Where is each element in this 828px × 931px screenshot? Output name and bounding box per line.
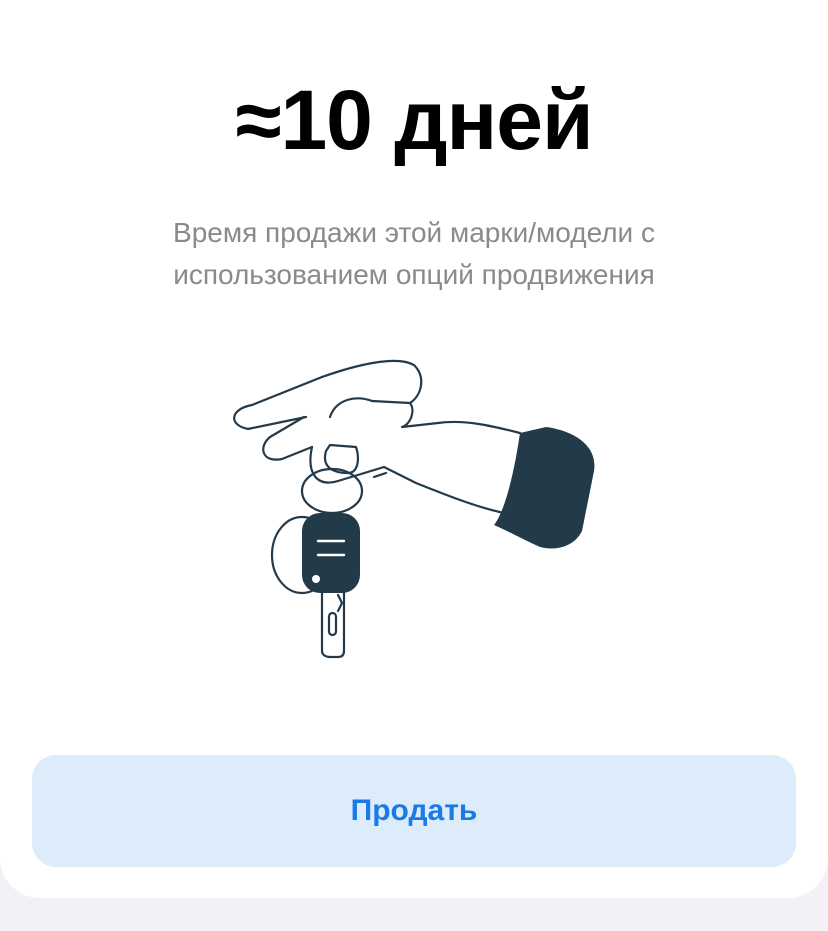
hand-with-car-key-icon xyxy=(233,359,595,659)
duration-description: Время продажи этой марки/модели с исполь… xyxy=(173,217,655,290)
sell-button-label: Продать xyxy=(350,794,478,827)
sell-button[interactable]: Продать xyxy=(32,755,796,867)
info-card: ≈10 дней Время продажи этой марки/модели… xyxy=(0,0,828,898)
duration-headline: ≈10 дней xyxy=(235,73,593,167)
